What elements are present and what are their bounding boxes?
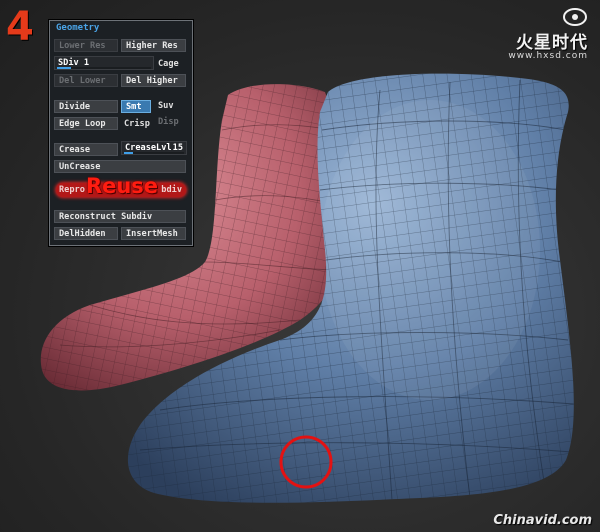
smt-toggle[interactable]: Smt [121, 100, 151, 113]
sdiv-fill [57, 67, 72, 69]
del-lower-button[interactable]: Del Lower [54, 74, 118, 87]
uncrease-button[interactable]: UnCrease [54, 160, 186, 173]
step-number: 4 [6, 4, 34, 50]
zbrush-viewport[interactable]: 4 火星时代 www.hxsd.com Chinavid.com Geometr… [0, 0, 600, 532]
del-hidden-button[interactable]: DelHidden [54, 227, 118, 240]
divide-button[interactable]: Divide [54, 100, 118, 113]
hxsd-logo-icon [563, 8, 587, 26]
lower-res-button[interactable]: Lower Res [54, 39, 118, 52]
palette-title: Geometry [56, 23, 100, 33]
reproject-label-left: Repro [59, 185, 85, 195]
edge-loop-button[interactable]: Edge Loop [54, 117, 118, 130]
disp-slider[interactable]: Disp [158, 116, 179, 129]
chinavid-watermark: Chinavid.com [493, 513, 592, 528]
suv-toggle[interactable]: Suv [158, 100, 174, 113]
hxsd-watermark: 火星时代 www.hxsd.com [488, 6, 588, 61]
crease-level-fill [124, 152, 133, 154]
crease-button[interactable]: Crease [54, 143, 118, 156]
reconstruct-subdiv-button[interactable]: Reconstruct Subdiv [54, 210, 186, 223]
del-higher-button[interactable]: Del Higher [121, 74, 186, 87]
insert-mesh-button[interactable]: InsertMesh [121, 227, 186, 240]
higher-res-button[interactable]: Higher Res [121, 39, 186, 52]
cage-button[interactable]: Cage [158, 58, 179, 71]
reuse-callout: Reuse [85, 174, 159, 198]
crisp-toggle[interactable]: Crisp [124, 118, 150, 131]
sdiv-slider[interactable]: SDiv 1 [54, 56, 154, 70]
crease-level-slider[interactable]: CreaseLvl 15 [121, 141, 187, 155]
watermark-brand: 火星时代 [516, 33, 588, 53]
reproject-label-right: bdiv [161, 185, 182, 195]
watermark-site: www.hxsd.com [508, 51, 588, 61]
geometry-palette: Geometry Lower Res Higher Res SDiv 1 Cag… [49, 20, 193, 246]
